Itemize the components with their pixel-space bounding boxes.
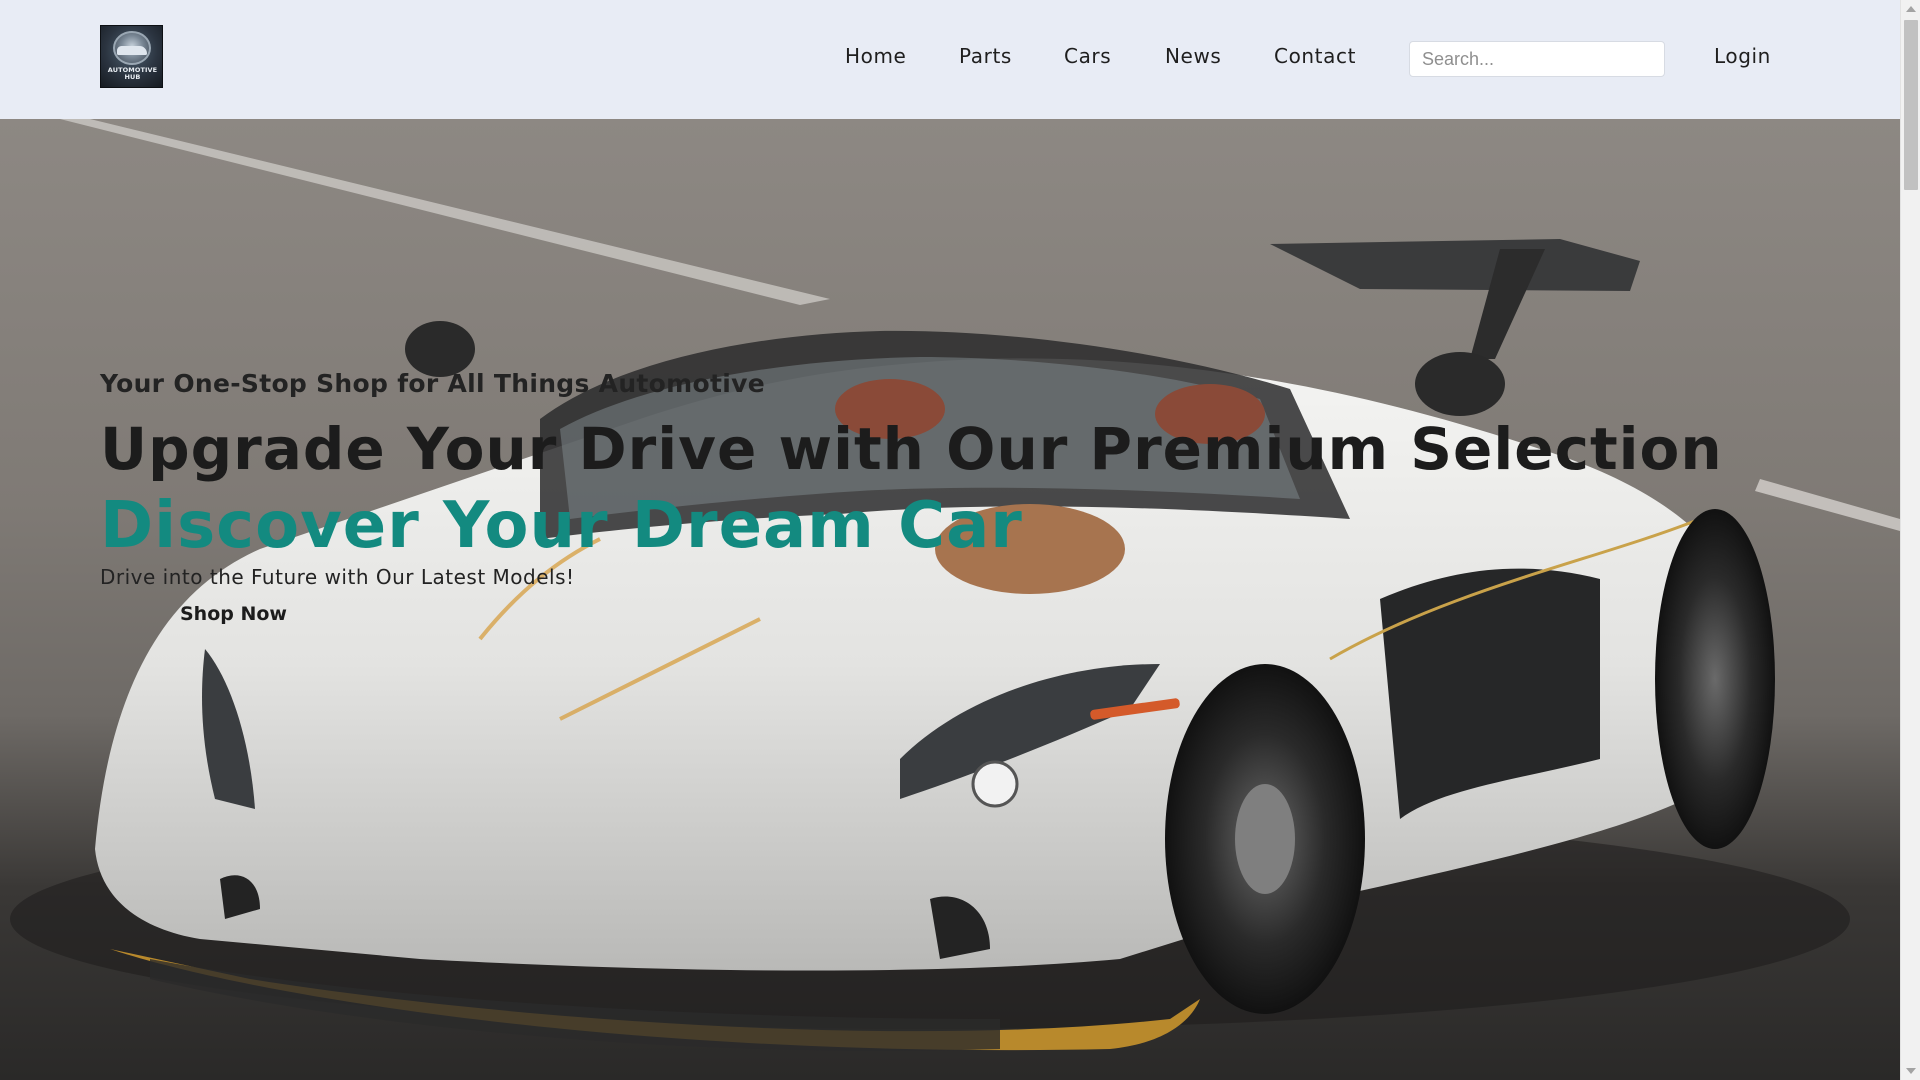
nav-contact[interactable]: Contact [1274, 44, 1356, 68]
site-logo[interactable]: AUTOMOTIVE HUB [100, 25, 163, 88]
scroll-down-arrow-icon[interactable] [1906, 1068, 1916, 1074]
hero-car-image [10, 119, 1900, 1051]
hero-section: Your One-Stop Shop for All Things Automo… [0, 119, 1900, 1080]
shop-now-button[interactable]: Shop Now [180, 603, 287, 625]
site-header: AUTOMOTIVE HUB Home Parts Cars News Cont… [0, 0, 1900, 119]
scroll-thumb[interactable] [1904, 20, 1918, 190]
logo-text-line2: HUB [124, 73, 141, 81]
hero-tagline: Your One-Stop Shop for All Things Automo… [100, 369, 765, 398]
nav-home[interactable]: Home [845, 44, 906, 68]
hero-subheadline: Discover Your Dream Car [100, 489, 1023, 563]
nav-parts[interactable]: Parts [959, 44, 1012, 68]
hero-description: Drive into the Future with Our Latest Mo… [100, 565, 575, 589]
scroll-up-arrow-icon[interactable] [1906, 6, 1916, 12]
page-scrollbar[interactable] [1900, 0, 1920, 1080]
nav-news[interactable]: News [1165, 44, 1221, 68]
logo-text: AUTOMOTIVE HUB [103, 67, 162, 81]
logo-car-icon [117, 46, 147, 55]
hero-headline: Upgrade Your Drive with Our Premium Sele… [100, 415, 1723, 483]
search-input[interactable] [1409, 41, 1665, 77]
login-link[interactable]: Login [1714, 44, 1771, 68]
nav-cars[interactable]: Cars [1064, 44, 1111, 68]
